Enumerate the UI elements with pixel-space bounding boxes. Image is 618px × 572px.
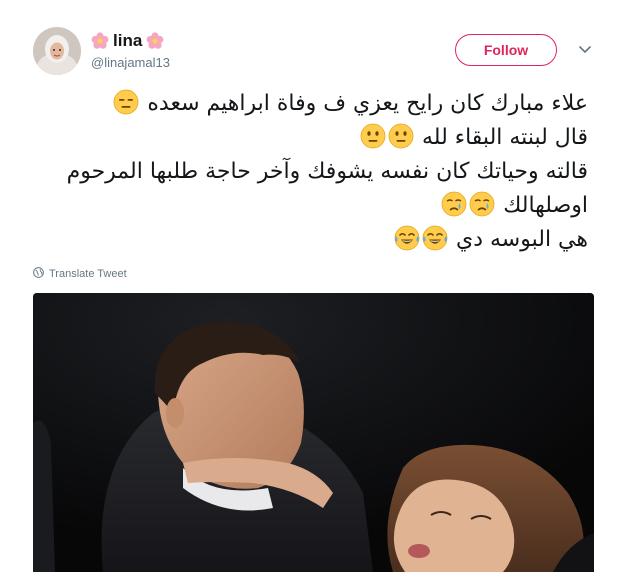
- cherry-blossom-icon: [146, 32, 164, 50]
- follow-button[interactable]: Follow: [455, 34, 557, 66]
- crying-face-icon: [469, 191, 495, 217]
- tears-of-joy-face-icon: [394, 225, 420, 251]
- tweet-line: هي البوسه دي: [28, 223, 588, 257]
- avatar[interactable]: [33, 27, 81, 75]
- tweet-line-text: هي البوسه دي: [456, 227, 588, 252]
- tweet-line: قال لبنته البقاء لله: [28, 121, 588, 155]
- display-name-text: lina: [113, 31, 143, 50]
- crying-face-icon: [441, 191, 467, 217]
- user-handle[interactable]: @linajamal13: [91, 55, 170, 70]
- translate-tweet-link[interactable]: Translate Tweet: [33, 267, 127, 281]
- tears-of-joy-face-icon: [422, 225, 448, 251]
- display-name[interactable]: lina: [91, 31, 170, 51]
- tweet-line: علاء مبارك كان رايح يعزي ف وفاة ابراهيم …: [28, 87, 588, 121]
- neutral-face-icon: [360, 123, 386, 149]
- translate-tweet-label: Translate Tweet: [49, 268, 127, 280]
- user-names: lina @linajamal13: [91, 31, 170, 70]
- cherry-blossom-icon: [91, 32, 109, 50]
- tweet-text: علاء مبارك كان رايح يعزي ف وفاة ابراهيم …: [28, 87, 588, 257]
- chevron-down-icon[interactable]: [577, 42, 593, 58]
- tweet-line: قالته وحياتك كان نفسه يشوفك وآخر حاجة طل…: [28, 155, 588, 189]
- tweet-card: lina @linajamal13 Follow علاء مبارك كان …: [0, 0, 618, 572]
- tweet-line-text: قالته وحياتك كان نفسه يشوفك وآخر حاجة طل…: [66, 159, 588, 184]
- tweet-line-text: قال لبنته البقاء لله: [421, 125, 588, 150]
- neutral-face-icon: [388, 123, 414, 149]
- tweet-line-text: علاء مبارك كان رايح يعزي ف وفاة ابراهيم …: [147, 91, 588, 116]
- globe-icon: [33, 267, 44, 281]
- tweet-line-text: اوصلهالك: [503, 193, 588, 218]
- expressionless-face-icon: [113, 89, 139, 115]
- tweet-line: اوصلهالك: [28, 189, 588, 223]
- tweet-photo[interactable]: [33, 293, 594, 572]
